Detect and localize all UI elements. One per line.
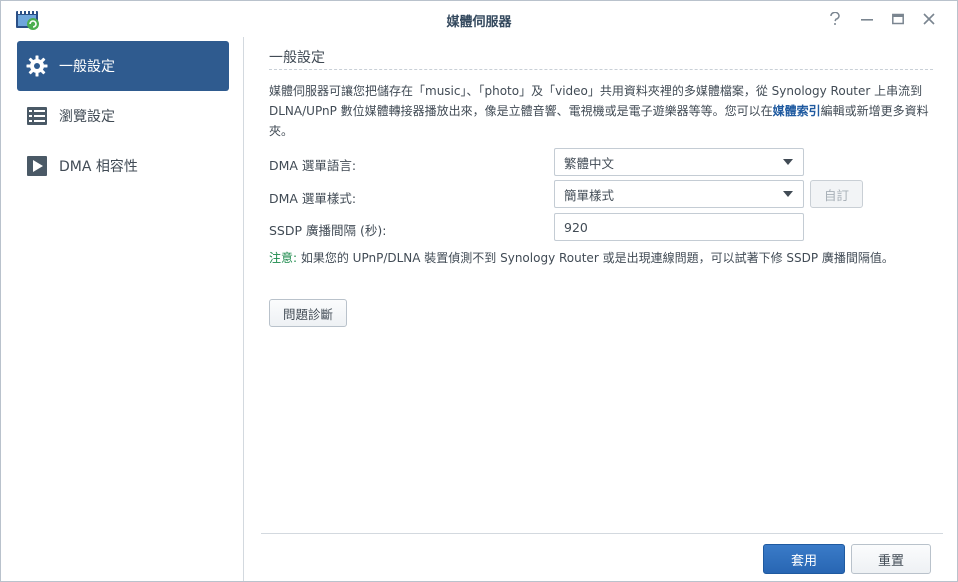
menu-style-label: DMA 選單樣式: [269,191,357,206]
description: 媒體伺服器可讓您把儲存在「music」、「photo」及「video」共用資料夾… [269,81,933,141]
sidebar-item-dma-compatibility[interactable]: DMA 相容性 [17,141,229,191]
close-icon[interactable] [919,9,939,29]
menu-style-select[interactable]: 簡單樣式 [554,180,804,208]
list-icon [25,104,49,128]
sidebar-item-label: 一般設定 [59,59,115,75]
apply-button[interactable]: 套用 [763,544,845,574]
minimize-icon[interactable] [857,9,877,29]
menu-language-select[interactable]: 繁體中文 [554,148,804,176]
ssdp-interval-input[interactable] [554,213,804,241]
section-divider [269,69,933,70]
gear-icon [25,54,49,78]
note-text: 如果您的 UPnP/DLNA 裝置偵測不到 Synology Router 或是… [297,251,894,265]
media-server-window: 媒體伺服器 一般設定 瀏覽設定 DMA 相容性 一般設定 媒體伺服器可讓您把儲存… [0,0,958,582]
note-tag: 注意: [269,251,298,265]
help-icon[interactable] [825,9,845,29]
title-bar[interactable]: 媒體伺服器 [1,1,957,37]
customize-button[interactable]: 自訂 [810,180,863,208]
media-index-link[interactable]: 媒體索引 [773,104,821,118]
sidebar-item-general-settings[interactable]: 一般設定 [17,41,229,91]
ssdp-interval-label: SSDP 廣播間隔 (秒): [269,223,387,238]
sidebar: 一般設定 瀏覽設定 DMA 相容性 [1,37,244,581]
note: 注意: 如果您的 UPnP/DLNA 裝置偵測不到 Synology Route… [269,249,894,266]
diagnose-button[interactable]: 問題診斷 [269,299,347,327]
main-panel: 一般設定 媒體伺服器可讓您把儲存在「music」、「photo」及「video」… [245,37,957,581]
sidebar-item-label: 瀏覽設定 [59,109,115,125]
reset-button[interactable]: 重置 [851,544,931,574]
menu-style-value: 簡單樣式 [564,187,615,203]
dropdown-arrow-icon [783,191,793,197]
dropdown-arrow-icon [783,159,793,165]
sidebar-item-browse-settings[interactable]: 瀏覽設定 [17,91,229,141]
play-icon [25,154,49,178]
window-title: 媒體伺服器 [446,15,512,30]
maximize-icon[interactable] [888,9,908,29]
menu-language-label: DMA 選單語言: [269,158,357,173]
menu-language-value: 繁體中文 [564,155,615,171]
sidebar-item-label: DMA 相容性 [59,159,138,175]
footer-divider [261,533,943,534]
section-title: 一般設定 [269,50,325,66]
